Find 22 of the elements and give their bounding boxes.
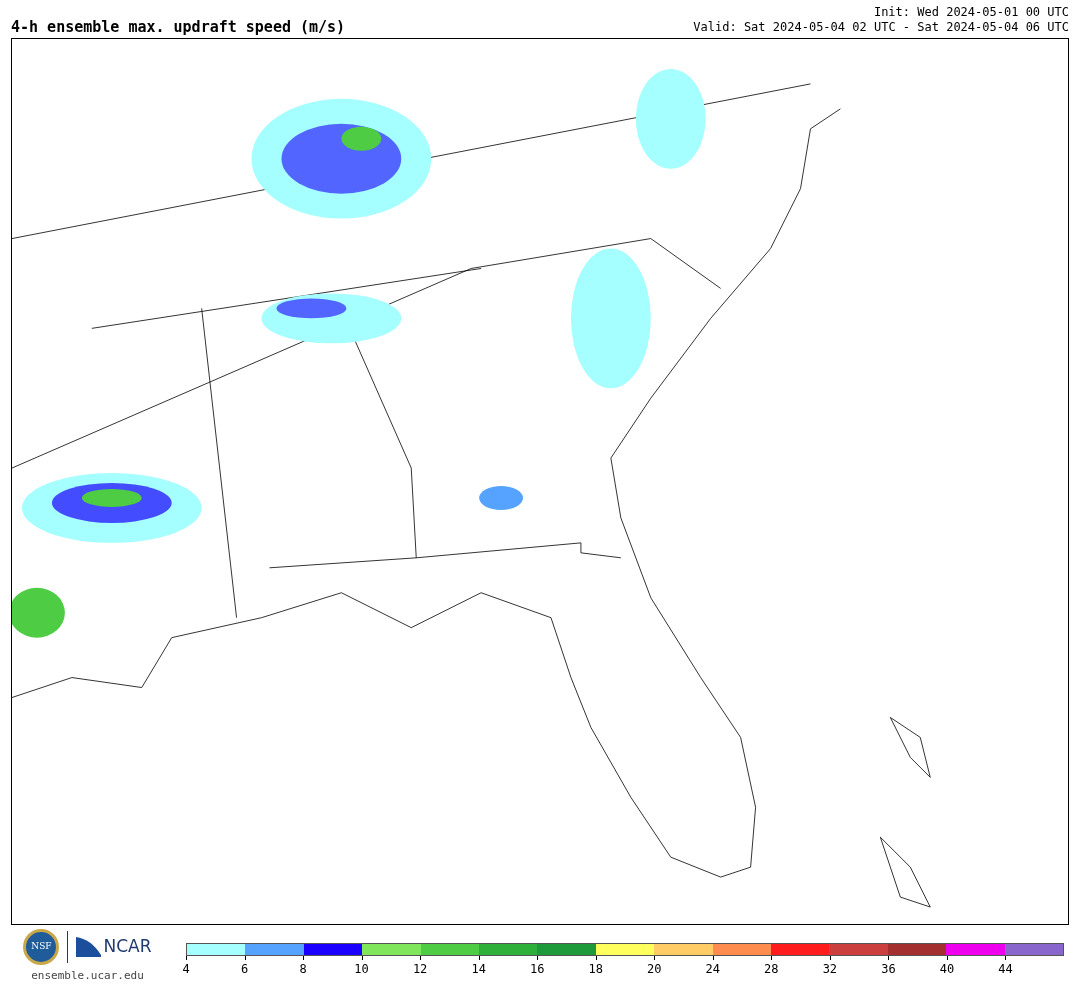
colorbar-tick-label: 36 xyxy=(881,963,896,975)
colorbar-tick-label: 32 xyxy=(822,963,838,975)
colorbar-tick-label: 14 xyxy=(471,963,486,975)
colorbar-tick-label: 28 xyxy=(764,963,779,975)
ncar-emblem-icon xyxy=(76,937,102,957)
colorbar-tick-label: 40 xyxy=(939,963,955,975)
colorbar-tick-label: 8 xyxy=(299,963,307,975)
colorbar-tick-label: 4 xyxy=(182,963,190,975)
colorbar-tick-label: 12 xyxy=(412,963,428,975)
colorbar-tick-label: 10 xyxy=(354,963,369,975)
colorbar-tick-label: 16 xyxy=(529,963,545,975)
colorbar-tick-label: 6 xyxy=(240,963,249,975)
nsf-logo: NSF xyxy=(23,929,60,965)
init-time: Init: Wed 2024-05-01 00 UTC xyxy=(873,5,1069,20)
valid-time: Valid: Sat 2024-05-04 02 UTC - Sat 2024-05-04 06 UTC xyxy=(693,20,1069,35)
colorbar-tick-label: 24 xyxy=(705,963,720,975)
ncar-logo: NCAR xyxy=(76,934,152,960)
colorbar-tick-label: 18 xyxy=(588,963,603,975)
colorbar-tick-label: 44 xyxy=(998,963,1013,975)
site-url: ensemble.ucar.edu xyxy=(31,968,144,984)
colorbar-tick-label: 20 xyxy=(647,963,662,975)
chart-title: 4-h ensemble max. updraft speed (m/s) xyxy=(11,20,346,35)
